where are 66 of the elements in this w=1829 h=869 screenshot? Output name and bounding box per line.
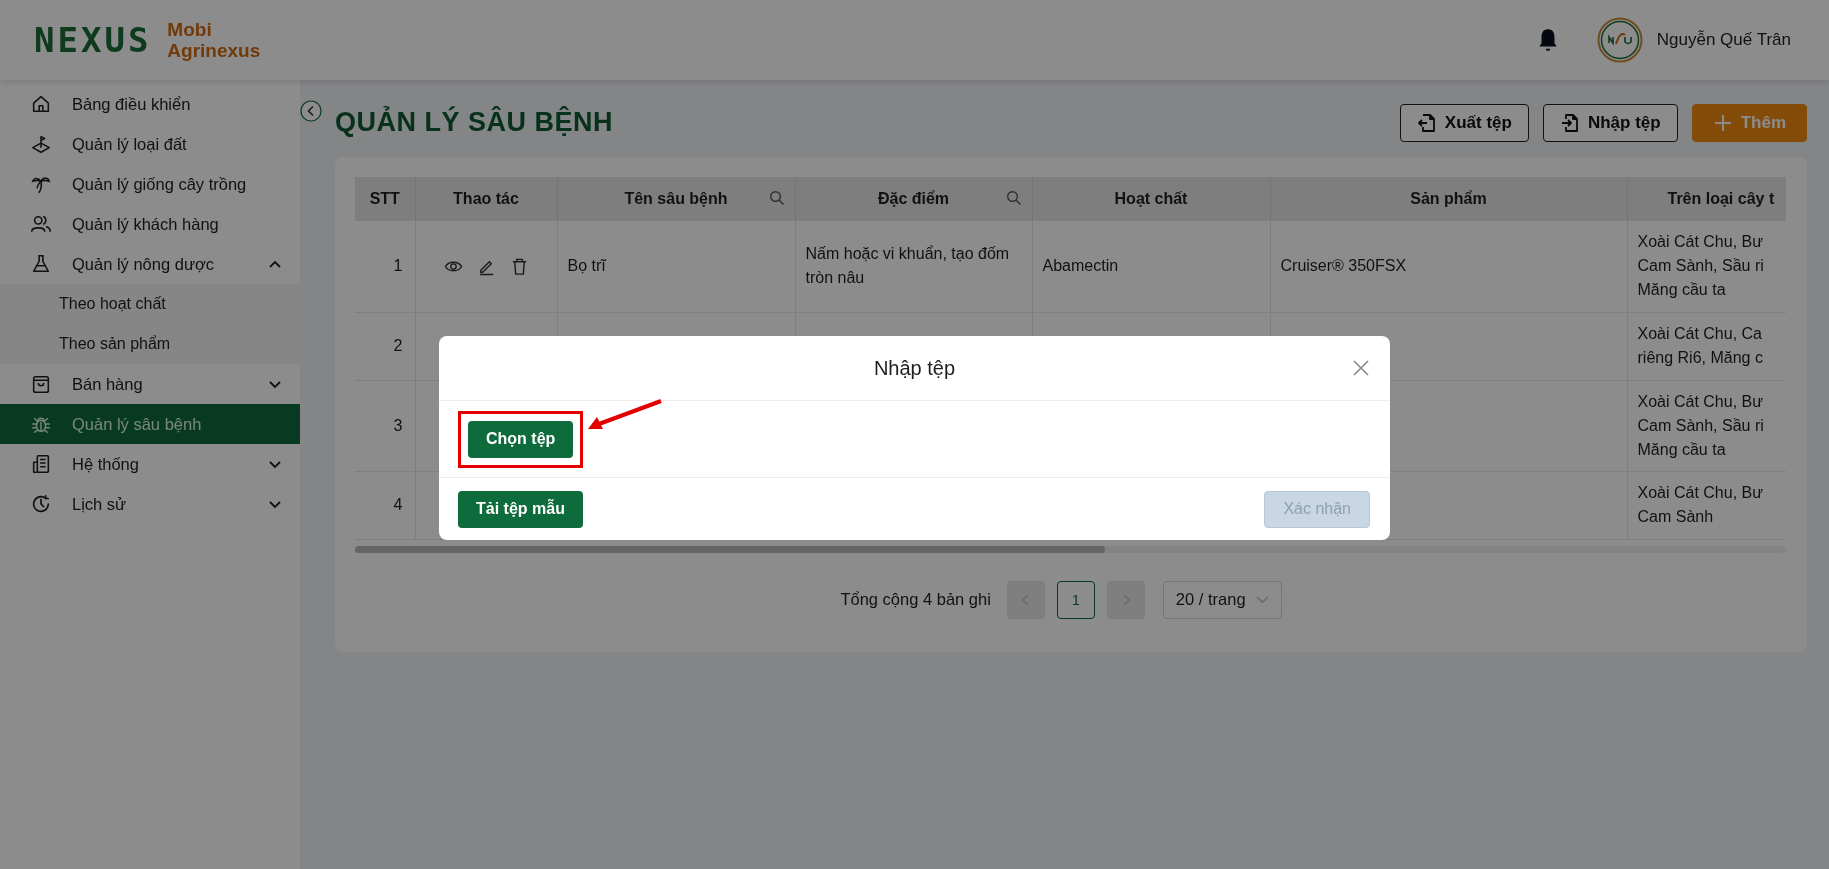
home-icon — [30, 93, 52, 115]
column-header: Trên loại cây t — [1627, 177, 1786, 221]
row-number: 1 — [393, 257, 403, 275]
plus-icon — [1712, 112, 1733, 133]
sidebar-item[interactable]: Hệ thống — [0, 444, 300, 484]
table-cell: Măng cầu ta — [1637, 440, 1726, 458]
column-header: STT — [355, 177, 415, 221]
clock-icon — [30, 493, 52, 515]
download-template-button[interactable]: Tải tệp mẫu — [458, 490, 583, 528]
column-header: Tên sâu bệnh — [557, 177, 795, 221]
table-cell: Xoài Cát Chu, Bư — [1637, 233, 1763, 251]
brand-name: Mobi — [167, 19, 213, 40]
row-number: 3 — [393, 416, 403, 434]
collapse-button[interactable] — [300, 100, 322, 122]
total-count: Tổng cộng 4 bản ghi — [840, 590, 991, 609]
users-icon — [30, 213, 52, 235]
table-cell: Cam Sành, Sầu ri — [1637, 416, 1764, 434]
file-import-icon — [1559, 112, 1580, 133]
sidebar-item[interactable]: Quản lý sâu bệnh — [0, 404, 300, 444]
row-number: 4 — [393, 496, 403, 513]
building-icon — [30, 453, 52, 475]
search-icon[interactable] — [1005, 190, 1022, 206]
dialog-title: Nhập tệp — [873, 356, 956, 380]
sidebar-item[interactable]: Quản lý khách hàng — [0, 204, 300, 244]
column-header: Hoạt chất — [1032, 177, 1270, 221]
land-icon — [30, 133, 52, 155]
page-title: QUẢN LÝ SÂU BỆNH — [335, 107, 614, 138]
table-cell: riêng Ri6, Măng c — [1637, 349, 1763, 366]
sidebar-subitem[interactable]: Theo sản phẩm — [0, 324, 300, 364]
sidebar-item[interactable]: Quản lý nông dược — [0, 244, 300, 284]
table-cell: Măng cầu ta — [1637, 281, 1726, 299]
sidebar-item[interactable]: Quản lý loại đất — [0, 124, 300, 164]
avatar[interactable] — [1596, 17, 1643, 63]
table-cell: Nấm hoặc vi khuẩn, tạo đốm tròn nâu — [805, 245, 1010, 287]
column-header: Thao tác — [415, 177, 557, 221]
page-button[interactable]: 1 — [1056, 580, 1095, 619]
table-cell: Xoài Cát Chu, Bư — [1637, 484, 1763, 501]
page-size-select[interactable]: 20 / trang — [1162, 580, 1282, 619]
logo-wordmark: NEXUS — [34, 20, 152, 60]
flask-icon — [30, 253, 52, 275]
chevron-down-icon — [1255, 593, 1269, 606]
row-number: 2 — [393, 337, 403, 354]
sidebar-item[interactable]: Bán hàng — [0, 364, 300, 404]
column-header: Sản phẩm — [1270, 177, 1627, 221]
sidebar-item[interactable]: Lịch sử — [0, 484, 300, 524]
table-cell: Xoài Cát Chu, Ca — [1637, 325, 1762, 342]
choose-file-button[interactable]: Chọn tệp — [468, 420, 574, 458]
table-cell: Xoài Cát Chu, Bư — [1637, 392, 1763, 410]
search-icon[interactable] — [768, 190, 785, 206]
bag-icon — [30, 373, 52, 395]
close-icon[interactable] — [1352, 359, 1370, 377]
export-button[interactable]: Xuất tệp — [1399, 103, 1529, 142]
table-cell: Abamectin — [1042, 257, 1119, 275]
brand-name: Agrinexus — [167, 40, 261, 61]
scrollbar[interactable] — [355, 545, 1786, 553]
table-cell: Cam Sành, Sầu ri — [1637, 257, 1764, 275]
table-cell: Cruiser® 350FSX — [1280, 257, 1407, 275]
table-cell: Bọ trĩ — [567, 257, 606, 275]
import-button[interactable]: Nhập tệp — [1542, 103, 1678, 142]
column-header: Đặc điểm — [795, 177, 1032, 221]
file-export-icon — [1416, 112, 1437, 133]
user-name[interactable]: Nguyễn Quế Trân — [1656, 30, 1791, 50]
table-cell: Cam Sành — [1637, 508, 1714, 525]
sidebar-item[interactable]: Bảng điều khiển — [0, 84, 300, 124]
sidebar-item[interactable]: Quản lý giống cây trồng — [0, 164, 300, 204]
sidebar-subitem[interactable]: Theo hoạt chất — [0, 284, 300, 324]
